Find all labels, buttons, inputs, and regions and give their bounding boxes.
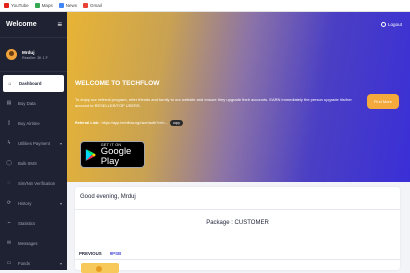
welcome-heading: WELCOME TO TECHFLOW — [75, 80, 160, 87]
wallet-icon: ▭ — [6, 260, 12, 266]
sidebar-item-label: Sim/Nin Verification — [18, 180, 56, 186]
home-icon: ⌂ — [8, 80, 12, 87]
sidebar-item-label: Dashboard — [19, 81, 42, 86]
sidebar: Welcome ≡ Mrduj Reseller: 3K 1 F ⌂ Dashbo… — [0, 12, 67, 270]
package-label: Package : CUSTOMER — [206, 220, 269, 226]
avatar — [6, 49, 17, 60]
logout-button[interactable]: Logout — [380, 22, 402, 27]
chat-icon: ◯ — [6, 160, 12, 166]
phone-icon: ▯ — [7, 120, 11, 126]
sidebar-item-label: Buy Data — [18, 100, 36, 106]
news-icon — [58, 3, 64, 8]
sidebar-item-messages[interactable]: ✉ Messages — [0, 233, 67, 253]
sidebar-title: Welcome — [6, 21, 37, 28]
welcome-text: To enjoy our referral program, refer fri… — [75, 97, 352, 108]
sidebar-item-label: Buy Airtime — [18, 120, 40, 126]
power-icon — [380, 22, 386, 27]
user-name: Mrduj — [22, 49, 35, 55]
sidebar-item-bulk-sms[interactable]: ◯ Bulk SMS — [0, 153, 67, 173]
sidebar-item-buy-airtime[interactable]: ▯ Buy Airtime — [0, 113, 67, 133]
divider — [75, 259, 400, 260]
sidebar-item-label: Funds — [18, 260, 30, 266]
tab-9psb[interactable]: 9PSB — [110, 251, 121, 256]
data-icon: ▤ — [6, 100, 12, 106]
google-play-icon — [85, 148, 96, 161]
tab-previous[interactable]: PREVIOUS — [79, 251, 102, 256]
sidebar-item-sim-nin-verification[interactable]: ◌ Sim/Nin Verification — [0, 173, 67, 193]
bank-icon — [96, 266, 102, 272]
bolt-icon: ϟ — [7, 140, 11, 146]
user-profile[interactable]: Mrduj Reseller: 3K 1 F — [0, 38, 67, 72]
divider — [75, 209, 400, 210]
referral-url[interactable]: https://app.techflow.ng/user/auth?ref=..… — [101, 121, 168, 125]
sidebar-menu: ⌂ Dashboard ▤ Buy Data ▯ Buy Airtime ϟ Utili… — [0, 75, 67, 273]
sidebar-item-buy-data[interactable]: ▤ Buy Data — [0, 93, 67, 113]
bookmark-gmail[interactable]: Gmail — [82, 3, 102, 8]
youtube-icon — [4, 3, 9, 8]
chevron-down-icon: ▾ — [59, 260, 62, 266]
referral-label: Referral Link: — [75, 121, 100, 125]
bookmark-youtube[interactable]: YouTube — [4, 3, 29, 8]
chevron-down-icon: ▾ — [59, 140, 62, 146]
google-play-badge[interactable]: GET IT ON Google Play — [80, 141, 145, 168]
find-more-button[interactable]: Find More — [367, 94, 399, 109]
copy-button[interactable]: copy — [170, 120, 183, 126]
greeting: Good evening, Mrduj — [80, 194, 136, 200]
sidebar-item-label: Utilities Payment — [18, 140, 50, 146]
sidebar-item-label: History — [18, 200, 32, 206]
hamburger-icon[interactable]: ≡ — [57, 20, 62, 29]
chevron-down-icon: ▾ — [59, 200, 62, 206]
account-preview-card — [81, 263, 119, 273]
id-icon: ◌ — [7, 180, 11, 186]
sidebar-item-statistics[interactable]: ⌁ Statistics — [0, 213, 67, 233]
account-tabs: PREVIOUS 9PSB — [79, 251, 121, 256]
sidebar-item-label: Bulk SMS — [18, 160, 37, 166]
bookmarks-bar: YouTube Maps News Gmail — [0, 0, 410, 12]
mail-icon: ✉ — [6, 240, 12, 246]
user-role: Reseller: 3K 1 F — [22, 55, 48, 60]
sidebar-item-funds[interactable]: ▭ Funds ▾ — [0, 253, 67, 273]
sidebar-item-label: Messages — [18, 240, 38, 246]
main-content: Logout WELCOME TO TECHFLOW To enjoy our … — [67, 12, 410, 273]
bookmark-news[interactable]: News — [58, 3, 77, 8]
sidebar-item-history[interactable]: ⟳ History ▾ — [0, 193, 67, 213]
sidebar-item-utilities-payment[interactable]: ϟ Utilities Payment ▾ — [0, 133, 67, 153]
account-card: Good evening, Mrduj Package : CUSTOMER P… — [75, 187, 400, 273]
referral-link: Referral Link: https://app.techflow.ng/u… — [75, 120, 183, 126]
sidebar-item-label: Statistics — [18, 220, 36, 226]
store-name: Google Play — [100, 145, 132, 167]
bookmark-maps[interactable]: Maps — [34, 3, 53, 8]
sidebar-header: Welcome ≡ — [0, 12, 67, 38]
welcome-banner: Logout WELCOME TO TECHFLOW To enjoy our … — [67, 12, 410, 182]
history-icon: ⟳ — [6, 200, 12, 206]
maps-icon — [34, 3, 40, 8]
gmail-icon — [82, 3, 88, 8]
sidebar-item-dashboard[interactable]: ⌂ Dashboard — [3, 75, 64, 92]
stats-icon: ⌁ — [7, 220, 11, 226]
